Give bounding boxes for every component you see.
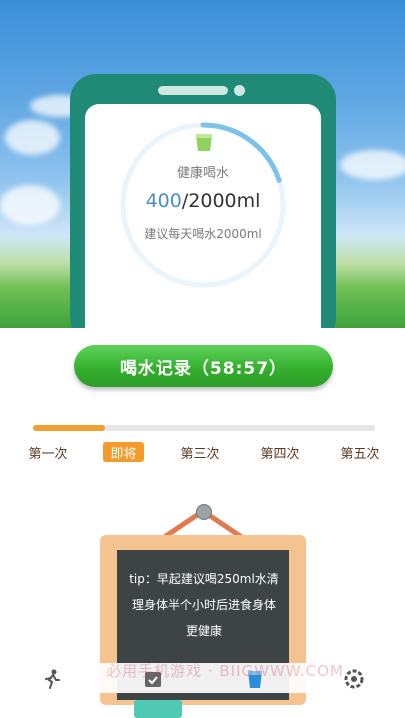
target-amount: /2000ml [181, 190, 261, 212]
nail-icon [196, 504, 212, 520]
step-3[interactable]: 第三次 [176, 442, 224, 462]
step-2-upcoming[interactable]: 即将 [103, 442, 144, 462]
schedule-progress-fill [33, 425, 105, 431]
current-amount: 400 [145, 190, 182, 212]
schedule-progress-track [33, 425, 375, 431]
phone-speaker [158, 86, 228, 95]
daily-advice: 建议每天喝水2000ml [144, 227, 262, 241]
card-label: 健康喝水 [176, 166, 229, 181]
cloud [5, 120, 60, 155]
drink-record-button[interactable]: 喝水记录（58:57） [74, 345, 333, 387]
intake-amount: 400/2000ml [116, 190, 290, 212]
chalkboard-tab [134, 700, 182, 718]
step-4[interactable]: 第四次 [256, 442, 304, 462]
cloud [0, 185, 60, 225]
watermark: 必用手机游戏 · BIIGWWW.COM [106, 662, 344, 680]
run-icon[interactable] [41, 668, 63, 690]
step-5[interactable]: 第五次 [336, 442, 384, 462]
step-1[interactable]: 第一次 [24, 442, 72, 462]
phone-camera [234, 85, 245, 96]
water-cup-icon [196, 134, 212, 151]
cloud [340, 150, 405, 180]
tip-text: tip：早起建议喝250ml水清理身体半个小时后进食身体更健康 [129, 572, 279, 638]
